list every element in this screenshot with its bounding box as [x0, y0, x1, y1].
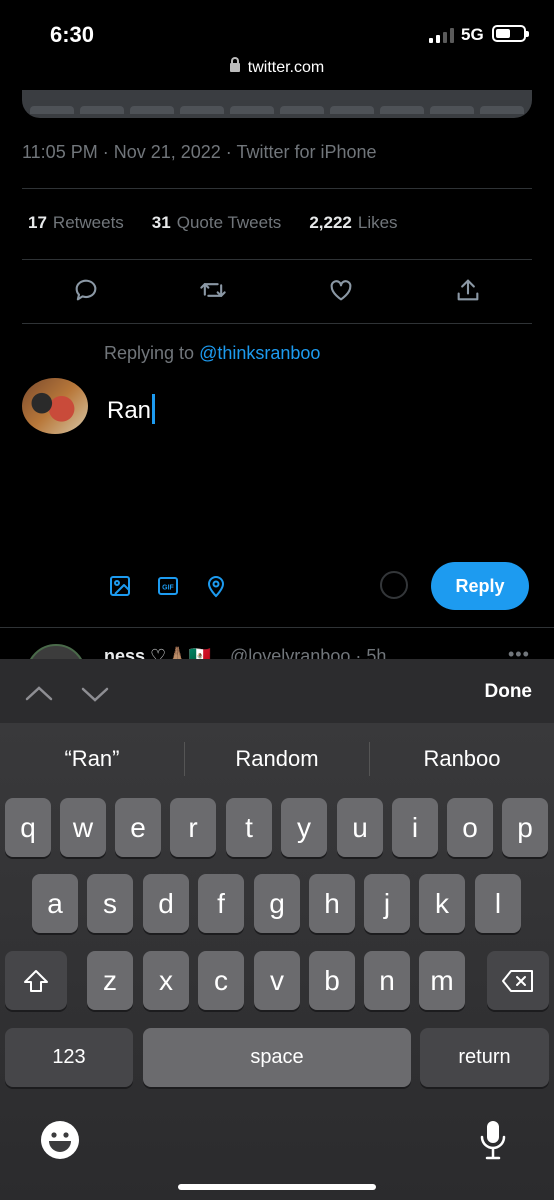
- url-bar[interactable]: twitter.com: [0, 57, 554, 77]
- key-z[interactable]: z: [87, 951, 133, 1010]
- battery-icon: [492, 25, 529, 42]
- compose-toolbar: GIF: [108, 574, 228, 598]
- signal-icon: [429, 28, 454, 43]
- key-n[interactable]: n: [364, 951, 410, 1010]
- gif-icon[interactable]: GIF: [156, 574, 180, 598]
- backspace-icon: [502, 969, 533, 992]
- suggestion-item[interactable]: Random: [185, 746, 369, 772]
- space-key[interactable]: space: [143, 1028, 411, 1087]
- reply-input[interactable]: Ran: [107, 394, 156, 425]
- autocomplete-bar: “Ran” Random Ranboo: [0, 723, 554, 795]
- clock: 6:30: [50, 22, 95, 47]
- network-type: 5G: [461, 25, 484, 44]
- done-button[interactable]: Done: [485, 681, 533, 703]
- key-u[interactable]: u: [337, 798, 383, 857]
- chevron-up-icon[interactable]: [24, 679, 54, 709]
- character-count-ring: [380, 571, 408, 599]
- home-indicator: [178, 1184, 376, 1190]
- reply-button[interactable]: Reply: [431, 562, 529, 610]
- keyboard-toolbar: Done: [0, 659, 554, 723]
- likes-stat[interactable]: 2,222 Likes: [309, 213, 397, 233]
- retweet-icon[interactable]: [199, 276, 227, 304]
- key-k[interactable]: k: [419, 874, 465, 933]
- key-l[interactable]: l: [475, 874, 521, 933]
- key-x[interactable]: x: [143, 951, 189, 1010]
- url-text: twitter.com: [247, 59, 325, 76]
- status-bar: 6:30 5G twitter.com: [0, 0, 554, 90]
- key-a[interactable]: a: [32, 874, 78, 933]
- text-caret: [152, 394, 156, 424]
- return-key[interactable]: return: [420, 1028, 549, 1087]
- replying-handle-link[interactable]: @thinksranboo: [199, 343, 320, 363]
- key-r[interactable]: r: [170, 798, 216, 857]
- key-b[interactable]: b: [309, 951, 355, 1010]
- key-t[interactable]: t: [226, 798, 272, 857]
- svg-text:GIF: GIF: [162, 585, 174, 592]
- suggestion-item[interactable]: Ranboo: [370, 746, 554, 772]
- lock-icon: [229, 57, 240, 72]
- replying-to: Replying to @thinksranboo: [104, 343, 321, 363]
- microphone-icon[interactable]: [478, 1119, 508, 1161]
- image-icon[interactable]: [108, 574, 132, 598]
- tweet-actions: [22, 276, 532, 304]
- key-f[interactable]: f: [198, 874, 244, 933]
- tweet-stats: 17 Retweets 31 Quote Tweets 2,222 Likes: [28, 213, 398, 233]
- numbers-key[interactable]: 123: [5, 1028, 133, 1087]
- tweet-timestamp: 11:05 PM · Nov 21, 2022 · Twitter for iP…: [22, 142, 377, 162]
- keyboard: Done “Ran” Random Ranboo q w e r t y u i…: [0, 659, 554, 1200]
- like-icon[interactable]: [327, 276, 355, 304]
- key-m[interactable]: m: [419, 951, 465, 1010]
- shift-key[interactable]: [5, 951, 67, 1010]
- key-j[interactable]: j: [364, 874, 410, 933]
- suggestion-item[interactable]: “Ran”: [0, 746, 184, 772]
- key-h[interactable]: h: [309, 874, 355, 933]
- key-w[interactable]: w: [60, 798, 106, 857]
- share-icon[interactable]: [454, 276, 482, 304]
- key-i[interactable]: i: [392, 798, 438, 857]
- key-y[interactable]: y: [281, 798, 327, 857]
- key-p[interactable]: p: [502, 798, 548, 857]
- divider: [22, 259, 532, 260]
- key-s[interactable]: s: [87, 874, 133, 933]
- backspace-key[interactable]: [487, 951, 549, 1010]
- key-d[interactable]: d: [143, 874, 189, 933]
- emoji-icon[interactable]: [40, 1120, 80, 1160]
- key-e[interactable]: e: [115, 798, 161, 857]
- location-icon[interactable]: [204, 574, 228, 598]
- key-v[interactable]: v: [254, 951, 300, 1010]
- avatar[interactable]: [22, 378, 88, 434]
- key-g[interactable]: g: [254, 874, 300, 933]
- shift-icon: [24, 969, 48, 992]
- retweets-stat[interactable]: 17 Retweets: [28, 213, 124, 233]
- key-q[interactable]: q: [5, 798, 51, 857]
- quote-tweets-stat[interactable]: 31 Quote Tweets: [152, 213, 282, 233]
- chevron-down-icon[interactable]: [80, 679, 110, 709]
- reply-icon[interactable]: [72, 276, 100, 304]
- divider: [22, 323, 532, 324]
- key-o[interactable]: o: [447, 798, 493, 857]
- divider: [22, 188, 532, 189]
- key-c[interactable]: c: [198, 951, 244, 1010]
- tweet-card[interactable]: [22, 90, 532, 118]
